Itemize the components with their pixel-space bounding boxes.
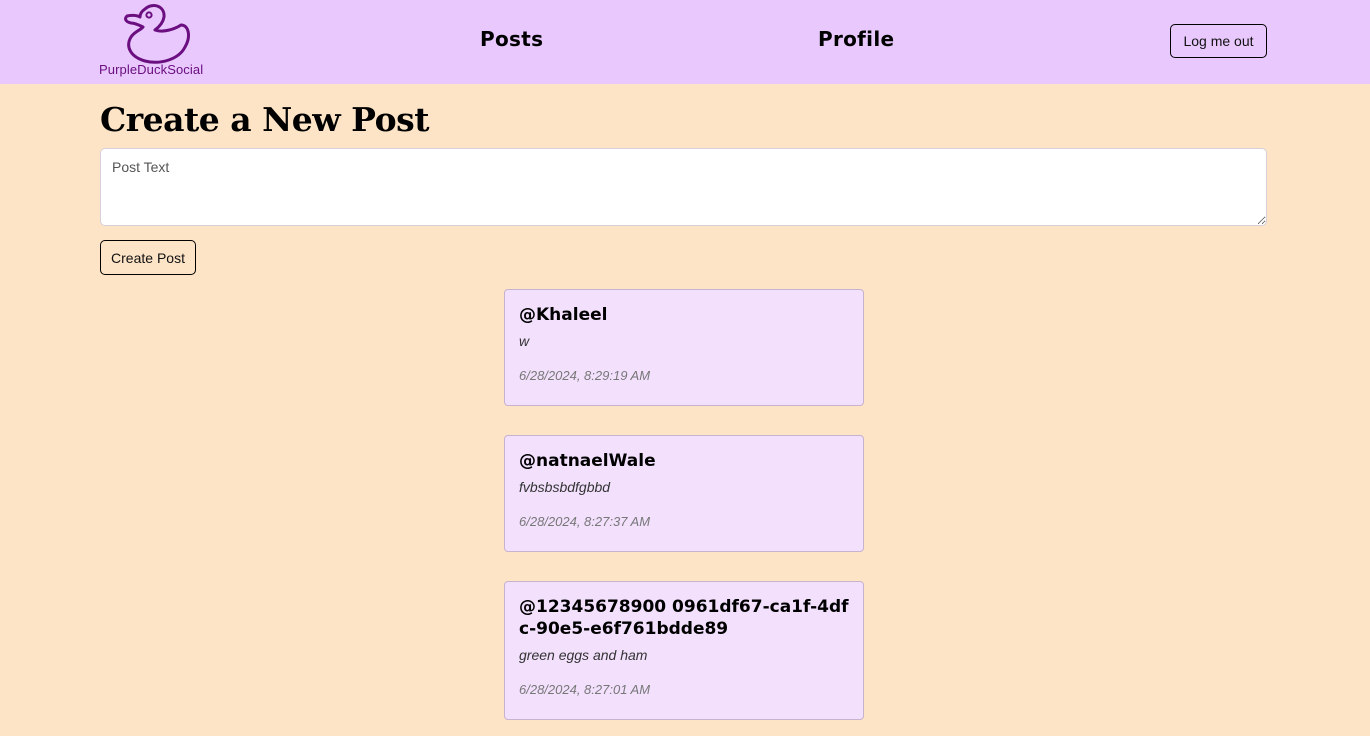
post-card: @12345678900 0961df67-ca1f-4dfc-90e5-e6f… — [504, 581, 864, 720]
post-author: @Khaleel — [519, 305, 608, 325]
post-card: @natnaelWale fvbsbsbdfgbbd 6/28/2024, 8:… — [504, 435, 864, 552]
nav-posts-link[interactable]: Posts — [480, 27, 543, 51]
post-text: w — [519, 333, 530, 349]
post-card: @Khaleel w 6/28/2024, 8:29:19 AM — [504, 289, 864, 406]
brand-logo[interactable]: PurpleDuckSocial — [99, 3, 219, 79]
page-title: Create a New Post — [100, 100, 429, 139]
top-navbar: PurpleDuckSocial Posts Profile Log me ou… — [0, 0, 1370, 84]
duck-icon — [124, 4, 190, 64]
post-timestamp: 6/28/2024, 8:29:19 AM — [519, 368, 651, 383]
post-text: green eggs and ham — [519, 647, 648, 663]
post-author: @12345678900 0961df67-ca1f-4dfc-90e5-e6f… — [519, 597, 849, 639]
post-text-input[interactable] — [100, 148, 1267, 226]
post-text: fvbsbsbdfgbbd — [519, 479, 611, 495]
post-author: @natnaelWale — [519, 451, 656, 471]
logout-button[interactable]: Log me out — [1170, 24, 1267, 58]
post-timestamp: 6/28/2024, 8:27:01 AM — [519, 682, 651, 697]
post-timestamp: 6/28/2024, 8:27:37 AM — [519, 514, 651, 529]
create-post-button[interactable]: Create Post — [100, 240, 196, 275]
nav-profile-link[interactable]: Profile — [818, 27, 894, 51]
brand-name: PurpleDuckSocial — [99, 62, 204, 77]
